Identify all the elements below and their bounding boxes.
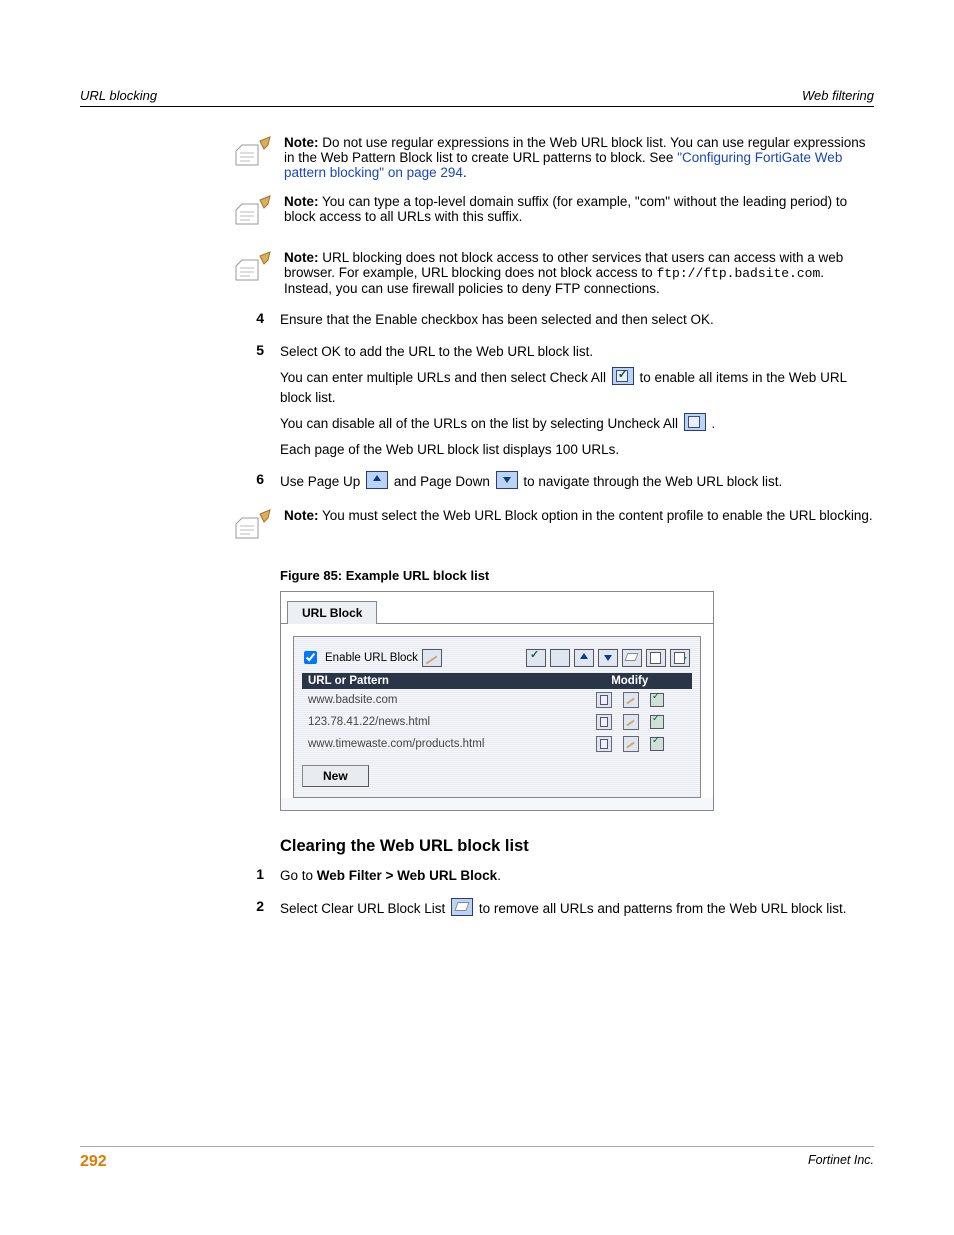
url-cell: 123.78.41.22/news.html bbox=[302, 711, 567, 733]
page-header: URL blocking Web filtering bbox=[80, 88, 874, 107]
note-3: Note: URL blocking does not block access… bbox=[230, 250, 874, 296]
page-down-icon bbox=[496, 471, 518, 489]
figure-caption: Figure 85: Example URL block list bbox=[280, 568, 874, 583]
note-2: Note: You can type a top-level domain su… bbox=[230, 194, 874, 236]
copyright: Fortinet Inc. bbox=[808, 1153, 874, 1171]
heading-clearing: Clearing the Web URL block list bbox=[280, 837, 874, 856]
apply-icon[interactable] bbox=[422, 649, 442, 667]
url-cell: www.timewaste.com/products.html bbox=[302, 733, 567, 755]
note-text: Note: You can type a top-level domain su… bbox=[284, 194, 847, 224]
note-icon bbox=[230, 508, 274, 548]
col-modify: Modify bbox=[567, 673, 692, 689]
note-text: Note: You must select the Web URL Block … bbox=[284, 508, 873, 523]
note-icon bbox=[230, 250, 274, 290]
page-number: 292 bbox=[80, 1153, 107, 1171]
clear-step-1: 1 Go to Web Filter > Web URL Block. bbox=[230, 866, 874, 892]
step-text: Go to Web Filter > Web URL Block. bbox=[280, 866, 874, 886]
url-table: URL or Pattern Modify www.badsite.com bbox=[302, 673, 692, 755]
step-text: Each page of the Web URL block list disp… bbox=[280, 440, 874, 460]
step-text: Ensure that the Enable checkbox has been… bbox=[280, 310, 874, 330]
step-5: 5 Select OK to add the URL to the Web UR… bbox=[230, 342, 874, 466]
clear-step-2: 2 Select Clear URL Block List to remove … bbox=[230, 898, 874, 925]
page-footer: 292 Fortinet Inc. bbox=[80, 1146, 874, 1171]
check-all-icon[interactable] bbox=[526, 649, 546, 667]
step-text: Use Page Up and Page Down to navigate th… bbox=[280, 471, 874, 492]
enabled-checkbox[interactable] bbox=[650, 693, 664, 707]
step-number: 4 bbox=[230, 310, 280, 326]
tab-url-block[interactable]: URL Block bbox=[287, 601, 377, 624]
url-cell: www.badsite.com bbox=[302, 689, 567, 711]
note-icon bbox=[230, 194, 274, 234]
edit-icon[interactable] bbox=[623, 736, 639, 752]
table-row: 123.78.41.22/news.html bbox=[302, 711, 692, 733]
delete-icon[interactable] bbox=[596, 714, 612, 730]
check-all-icon bbox=[612, 367, 634, 385]
delete-icon[interactable] bbox=[596, 692, 612, 708]
col-url: URL or Pattern bbox=[302, 673, 567, 689]
header-right: Web filtering bbox=[802, 88, 874, 103]
note-text: Note: URL blocking does not block access… bbox=[284, 250, 843, 296]
toolbar: Enable URL Block bbox=[302, 645, 692, 673]
step-number: 6 bbox=[230, 471, 280, 487]
uncheck-all-icon bbox=[684, 413, 706, 431]
upload-icon[interactable] bbox=[646, 649, 666, 667]
table-row: www.badsite.com bbox=[302, 689, 692, 711]
note-4: Note: You must select the Web URL Block … bbox=[230, 508, 874, 550]
enable-label: Enable URL Block bbox=[325, 652, 418, 664]
header-left: URL blocking bbox=[80, 88, 157, 103]
step-4: 4 Ensure that the Enable checkbox has be… bbox=[230, 310, 874, 336]
step-number: 2 bbox=[230, 898, 280, 914]
enable-url-block-checkbox[interactable] bbox=[304, 651, 317, 664]
edit-icon[interactable] bbox=[623, 692, 639, 708]
step-number: 5 bbox=[230, 342, 280, 358]
step-text: You can enter multiple URLs and then sel… bbox=[280, 367, 874, 407]
page-down-icon[interactable] bbox=[598, 649, 618, 667]
enabled-checkbox[interactable] bbox=[650, 715, 664, 729]
page-up-icon bbox=[366, 471, 388, 489]
clear-list-icon[interactable] bbox=[622, 649, 642, 667]
step-number: 1 bbox=[230, 866, 280, 882]
enabled-checkbox[interactable] bbox=[650, 737, 664, 751]
note-icon bbox=[230, 135, 274, 175]
note-text: Note: Do not use regular expressions in … bbox=[284, 135, 866, 180]
new-button[interactable]: New bbox=[302, 765, 369, 787]
clear-list-icon bbox=[451, 898, 473, 916]
step-text: Select Clear URL Block List to remove al… bbox=[280, 898, 874, 919]
table-row: www.timewaste.com/products.html bbox=[302, 733, 692, 755]
step-6: 6 Use Page Up and Page Down to navigate … bbox=[230, 471, 874, 498]
page-up-icon[interactable] bbox=[574, 649, 594, 667]
delete-icon[interactable] bbox=[596, 736, 612, 752]
edit-icon[interactable] bbox=[623, 714, 639, 730]
step-text: Select OK to add the URL to the Web URL … bbox=[280, 342, 874, 362]
figure-screenshot: URL Block Enable URL Block bbox=[280, 591, 714, 811]
code-ftp-url: ftp://ftp.badsite.com bbox=[656, 266, 820, 281]
step-text: You can disable all of the URLs on the l… bbox=[280, 413, 874, 434]
uncheck-all-icon[interactable] bbox=[550, 649, 570, 667]
download-icon[interactable] bbox=[670, 649, 690, 667]
note-1: Note: Do not use regular expressions in … bbox=[230, 135, 874, 180]
